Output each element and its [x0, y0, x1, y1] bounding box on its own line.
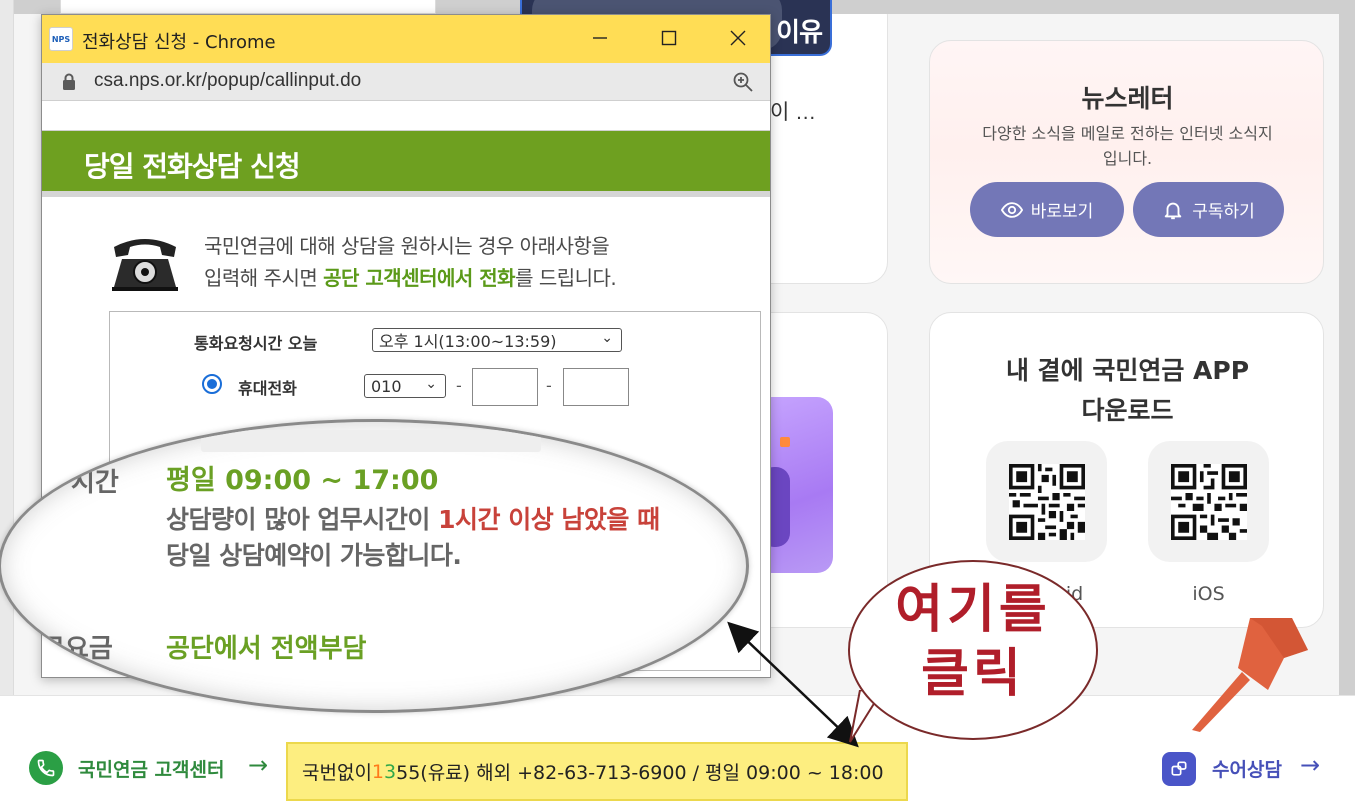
ios-qr-code[interactable]: [1148, 441, 1269, 562]
nps-favicon-icon: NPS: [49, 27, 73, 51]
ios-label: iOS: [1192, 583, 1225, 605]
consult-notice-line-1: 상담량이 많아 업무시간이 1시간 이상 남았을 때: [166, 502, 660, 538]
intro-highlight: 공단 고객센터에서 전화: [323, 266, 516, 290]
callout-line-1: 여기를: [895, 580, 1051, 640]
arrow-right-icon[interactable]: →: [1300, 751, 1320, 779]
handset-glyph: [37, 759, 55, 777]
chevron-down-icon: ⌄: [601, 330, 613, 346]
newsletter-view-label: 바로보기: [1030, 202, 1094, 222]
zoom-in-icon[interactable]: [732, 71, 754, 93]
phone-digit-1: 1: [371, 760, 385, 783]
url-text[interactable]: csa.nps.or.kr/popup/callinput.do: [94, 70, 361, 92]
confetti-decoration: [780, 437, 790, 447]
newsletter-card: 뉴스레터 다양한 소식을 메일로 전하는 인터넷 소식지입니다. 바로보기 구독…: [929, 40, 1324, 284]
phone-rest: 55(유료) 해외 +82-63-713-6900 / 평일 09:00 ~ 1…: [396, 762, 884, 784]
android-qr-code[interactable]: [986, 441, 1107, 562]
click-here-callout: 여기를 클릭: [848, 578, 1098, 706]
qr-code-icon: [1008, 463, 1085, 540]
callout-line-2: 클릭: [921, 644, 1025, 704]
page-header: 당일 전화상담 신청: [42, 131, 770, 197]
thumbnail-caption: 이유: [776, 18, 823, 48]
customer-center-link[interactable]: 국민연금 고객센터: [78, 755, 224, 782]
blurred-row: [201, 430, 541, 452]
phone-icon[interactable]: [29, 751, 63, 785]
call-time-select[interactable]: 오후 1시(13:00~13:59) ⌄: [372, 328, 622, 352]
phone-prefix: 국번없이: [302, 762, 372, 784]
mobile-radio[interactable]: [202, 374, 222, 394]
page-top-spacer: [42, 101, 770, 131]
mobile-prefix-select[interactable]: 010 ⌄: [364, 374, 446, 398]
intro-line-2: 입력해 주시면 공단 고객센터에서 전화를 드립니다.: [204, 262, 617, 294]
intro-line-1: 국민연금에 대해 상담을 원하시는 경우 아래사항을: [204, 234, 610, 258]
phone-digit-2: 3: [384, 760, 397, 783]
minimize-icon[interactable]: [582, 23, 618, 53]
close-icon[interactable]: [720, 23, 756, 53]
bell-icon: [1164, 202, 1182, 219]
consult-notice-line-2: 당일 상담예약이 가능합니다.: [166, 541, 462, 570]
intro-line-2-post: 를 드립니다.: [515, 266, 617, 290]
eye-icon: [1000, 201, 1023, 218]
intro-line-2-pre: 입력해 주시면: [204, 266, 324, 290]
newsletter-subscribe-button[interactable]: 구독하기: [1133, 182, 1284, 237]
magnified-callout: 시간 평일 09:00 ~ 17:00 상담량이 많아 업무시간이 1시간 이상…: [0, 419, 749, 713]
newsletter-subscribe-label: 구독하기: [1192, 202, 1255, 222]
window-title: 전화상담 신청 - Chrome: [82, 32, 276, 53]
app-download-title: 내 곁에 국민연금 APP 다운로드: [930, 351, 1325, 431]
mobile-label: 휴대전화: [238, 379, 297, 398]
app-title-line2: 다운로드: [1081, 396, 1174, 425]
mobile-prefix-value: 010: [371, 376, 402, 396]
address-bar[interactable]: csa.nps.or.kr/popup/callinput.do: [42, 63, 770, 101]
call-fee: 공단에서 전액부담: [166, 634, 367, 664]
newsletter-title: 뉴스레터: [1081, 84, 1174, 113]
call-time-value: 오후 1시(13:00~13:59): [379, 332, 557, 351]
intro-text: 국민연금에 대해 상담을 원하시는 경우 아래사항을 입력해 주시면 공단 고객…: [204, 230, 617, 294]
sign-language-link[interactable]: 수어상담: [1212, 755, 1282, 782]
qr-code-icon: [1170, 463, 1247, 540]
page-title: 당일 전화상담 신청: [84, 150, 301, 183]
sign-language-icon[interactable]: [1162, 752, 1196, 786]
content-card-top-left: [60, 0, 436, 14]
telephone-icon: [112, 239, 178, 291]
notice-highlight: 1시간 이상 남았을 때: [438, 505, 660, 534]
lock-icon: [63, 73, 75, 90]
card-title-truncated: 이 …: [770, 101, 817, 124]
chat-glyph: [1171, 761, 1187, 776]
consult-notice: 상담량이 많아 업무시간이 1시간 이상 남았을 때 당일 상담예약이 가능합니…: [166, 502, 660, 574]
phone-dash: -: [456, 376, 462, 395]
hours-row-label: 시간: [71, 468, 119, 498]
outer-frame-right: [1339, 14, 1355, 696]
consult-hours: 평일 09:00 ~ 17:00: [166, 465, 439, 496]
mobile-last-input[interactable]: [563, 368, 629, 406]
chevron-down-icon: ⌄: [425, 376, 437, 392]
mobile-middle-input[interactable]: [472, 368, 538, 406]
arrow-right-icon[interactable]: →: [248, 751, 268, 779]
phone-dash: -: [546, 376, 552, 395]
phone-info-highlight[interactable]: 국번없이 1 3 55(유료) 해외 +82-63-713-6900 / 평일 09…: [286, 742, 908, 801]
fee-row-label: 료요금: [41, 634, 113, 664]
call-time-label: 통화요청시간 오늘: [194, 334, 318, 353]
push-pin-icon: [1192, 618, 1308, 732]
notice-pre: 상담량이 많아 업무시간이: [166, 505, 439, 534]
window-title-bar[interactable]: NPS 전화상담 신청 - Chrome: [42, 15, 770, 63]
newsletter-view-button[interactable]: 바로보기: [970, 182, 1124, 237]
newsletter-description: 다양한 소식을 메일로 전하는 인터넷 소식지입니다.: [982, 124, 1273, 168]
app-title-line1: 내 곁에 국민연금 APP: [1005, 356, 1250, 385]
maximize-icon[interactable]: [651, 23, 687, 53]
